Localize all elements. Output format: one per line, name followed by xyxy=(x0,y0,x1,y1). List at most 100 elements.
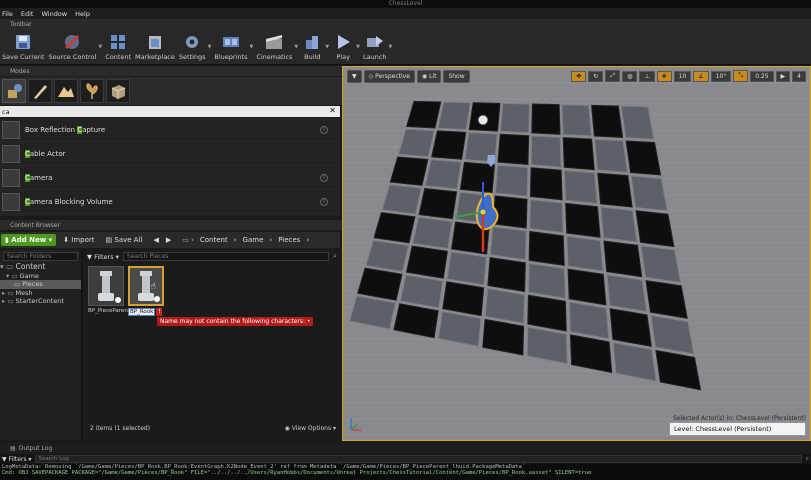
lit-button[interactable]: ◉ Lit xyxy=(416,70,442,83)
asset-search-input[interactable]: Search Pieces xyxy=(122,252,330,261)
board-tile xyxy=(373,212,416,244)
list-item-label: Box Reflection Capture xyxy=(25,125,106,134)
build-dropdown-icon[interactable]: ▼ xyxy=(325,44,329,50)
content-button[interactable]: Content xyxy=(105,30,131,61)
launch-button[interactable]: Launch xyxy=(363,30,387,61)
launch-dropdown-icon[interactable]: ▼ xyxy=(389,44,393,50)
board-tile xyxy=(569,334,613,374)
place-mode-tab[interactable] xyxy=(2,79,26,103)
board-tile xyxy=(482,318,525,356)
sphere-actor[interactable] xyxy=(477,114,489,126)
folder-search-input[interactable]: Search Folders xyxy=(3,252,78,261)
list-item[interactable]: Cable Actor xyxy=(0,142,340,166)
board-tile xyxy=(431,130,467,160)
geometry-mode-tab[interactable] xyxy=(106,79,130,103)
save-current-button[interactable]: Save Current xyxy=(2,30,44,61)
world-space-icon[interactable]: ◍ xyxy=(622,70,638,82)
menu-help[interactable]: Help xyxy=(75,10,90,18)
board-tile xyxy=(492,195,528,229)
breadcrumb-pieces[interactable]: Pieces xyxy=(278,236,300,244)
toolbar-tab[interactable]: Toolbar xyxy=(0,19,811,30)
board-tile xyxy=(527,262,566,299)
rotation-snap-value[interactable]: 10° xyxy=(710,70,732,82)
scale-snap-icon[interactable]: ⤡ xyxy=(733,70,749,82)
perspective-button[interactable]: ◇ Perspective xyxy=(363,70,415,83)
clear-search-icon[interactable]: ✕ xyxy=(329,106,336,115)
chess-board-scene[interactable] xyxy=(343,67,811,441)
cinematics-icon xyxy=(263,32,285,52)
board-tile xyxy=(446,251,487,286)
cable-actor-icon xyxy=(2,144,20,163)
breadcrumb-content[interactable]: Content xyxy=(200,236,228,244)
settings-button[interactable]: Settings xyxy=(179,30,206,61)
modes-tab[interactable]: Modes xyxy=(0,66,342,76)
rotate-tool-icon[interactable]: ↻ xyxy=(588,70,604,82)
play-button[interactable]: Play xyxy=(332,30,354,61)
marketplace-button[interactable]: Marketplace xyxy=(135,30,175,61)
import-button[interactable]: ⬇ Import xyxy=(59,234,98,246)
source-control-button[interactable]: Source Control xyxy=(48,30,96,61)
level-viewport[interactable]: ▼ ◇ Perspective ◉ Lit Show ✥ ↻ ⤢ ◍ ⊥ # 1… xyxy=(342,66,811,441)
translate-tool-icon[interactable]: ✥ xyxy=(571,70,587,82)
log-search-input[interactable]: Search Log xyxy=(35,455,802,463)
menu-edit[interactable]: Edit xyxy=(21,10,34,18)
menu-file[interactable]: File xyxy=(2,10,13,18)
board-tile xyxy=(437,101,471,131)
grid-snap-icon[interactable]: # xyxy=(656,70,672,82)
scale-tool-icon[interactable]: ⤢ xyxy=(605,70,621,82)
tree-item-content[interactable]: ▾ ▭ Content xyxy=(0,262,81,272)
foliage-mode-tab[interactable] xyxy=(80,79,104,103)
paint-mode-tab[interactable] xyxy=(28,79,52,103)
help-icon[interactable]: ? xyxy=(320,173,328,182)
log-filters-button[interactable]: ▼ Filters ▾ xyxy=(2,456,31,463)
filters-button[interactable]: ▼ Filters ▾ xyxy=(87,253,119,261)
board-tile xyxy=(437,310,482,347)
save-all-button[interactable]: ▤ Save All xyxy=(102,234,147,246)
output-log-tab[interactable]: ▤ Output Log xyxy=(0,443,811,454)
board-tile xyxy=(612,342,657,382)
surface-snap-icon[interactable]: ⊥ xyxy=(639,70,655,82)
rotation-snap-icon[interactable]: ∠ xyxy=(693,70,709,82)
back-button[interactable]: ◀ xyxy=(149,234,162,246)
blueprints-icon xyxy=(220,32,242,52)
modes-search-input[interactable]: ca ✕ xyxy=(0,106,340,117)
blueprints-button[interactable]: Blueprints xyxy=(214,30,247,61)
landscape-mode-tab[interactable] xyxy=(54,79,78,103)
tree-item-pieces[interactable]: ▭ Pieces xyxy=(0,280,81,289)
list-item[interactable]: Box Reflection Capture? xyxy=(0,118,340,142)
forward-button[interactable]: ▶ xyxy=(166,234,175,246)
asset-tile-selected[interactable]: ☝ BP_Rook ! xyxy=(128,266,164,316)
camera-speed-icon[interactable]: ▶ xyxy=(775,70,791,82)
help-icon[interactable]: ? xyxy=(320,125,328,134)
board-tile xyxy=(594,138,629,173)
tree-item-game[interactable]: ▾ ▭ Game xyxy=(0,272,81,281)
settings-dropdown-icon[interactable]: ▼ xyxy=(208,44,212,50)
camera-blocking-volume-icon xyxy=(2,192,20,211)
help-icon[interactable]: ? xyxy=(320,197,328,206)
grid-snap-value[interactable]: 10 xyxy=(673,70,692,82)
play-dropdown-icon[interactable]: ▼ xyxy=(356,44,360,50)
show-button[interactable]: Show xyxy=(443,70,470,83)
tree-item-startercontent[interactable]: ▸ ▭ StarterContent xyxy=(0,297,81,306)
scale-snap-value[interactable]: 0.25 xyxy=(750,70,774,82)
viewport-options-button[interactable]: ▼ xyxy=(347,70,362,83)
title-bar: ChessLevel xyxy=(0,0,811,8)
modes-search-value: ca xyxy=(2,107,10,116)
add-new-button[interactable]: ▮ Add New ▾ xyxy=(1,234,57,246)
view-options-button[interactable]: ◉ View Options ▾ xyxy=(285,425,336,432)
cinematics-dropdown-icon[interactable]: ▼ xyxy=(294,44,298,50)
camera-speed-value[interactable]: 4 xyxy=(792,70,806,82)
breadcrumb-game[interactable]: Game xyxy=(243,236,264,244)
source-control-dropdown-icon[interactable]: ▼ xyxy=(98,44,102,50)
cinematics-button[interactable]: Cinematics xyxy=(256,30,292,61)
blueprints-dropdown-icon[interactable]: ▼ xyxy=(249,44,253,50)
tree-item-mesh[interactable]: ▸ ▭ Mesh xyxy=(0,289,81,298)
menu-window[interactable]: Window xyxy=(41,10,67,18)
output-log-panel: ▤ Output Log ▼ Filters ▾ Search Log ⌕ Log… xyxy=(0,443,811,480)
list-item[interactable]: Camera Blocking Volume? xyxy=(0,190,340,214)
rename-input[interactable]: BP_Rook xyxy=(128,308,156,316)
content-browser-tab[interactable]: Content Browser xyxy=(0,220,342,230)
asset-tile[interactable]: BP_PieceParent xyxy=(88,266,130,314)
build-button[interactable]: Build xyxy=(301,30,323,61)
list-item[interactable]: Camera? xyxy=(0,166,340,190)
